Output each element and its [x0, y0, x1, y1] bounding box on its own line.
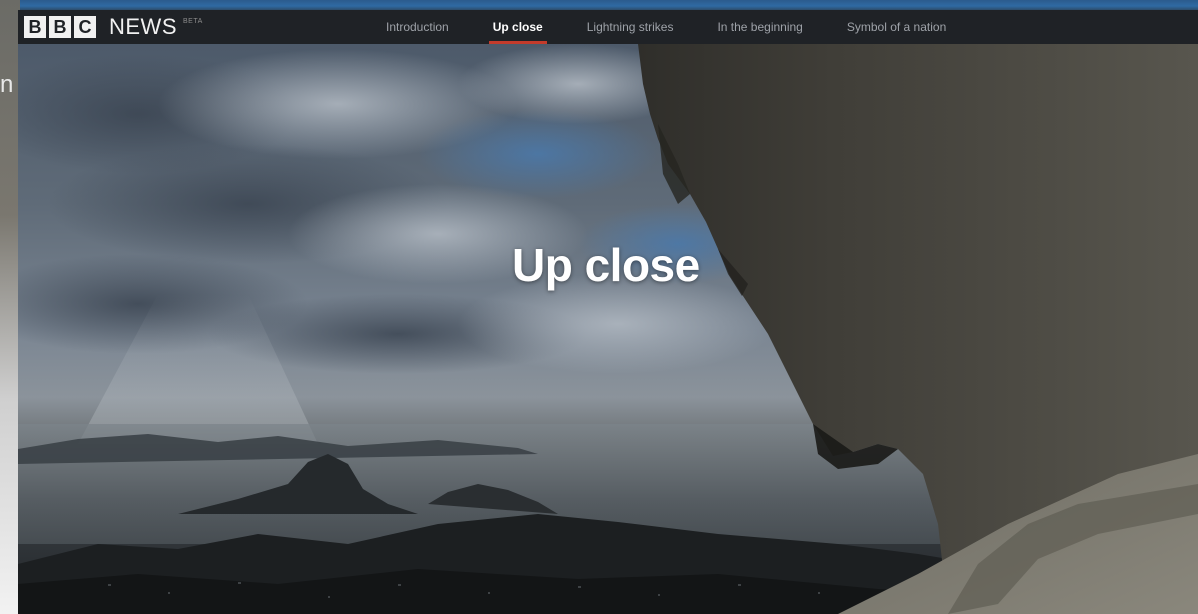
news-label: NEWS: [109, 14, 177, 39]
chapter-nav: Introduction Up close Lightning strikes …: [364, 10, 968, 44]
hero-title: Up close: [512, 239, 700, 291]
bbc-news-feature-page: B B C NEWS BETA Introduction Up close Li…: [18, 10, 1198, 614]
nav-item-up-close[interactable]: Up close: [471, 10, 565, 44]
screenshot: n B B C NEWS BETA Introduction Up close …: [0, 0, 1198, 614]
bbc-logo-letter-c: C: [74, 16, 96, 38]
nav-item-introduction[interactable]: Introduction: [364, 10, 471, 44]
nav-item-in-the-beginning[interactable]: In the beginning: [695, 10, 824, 44]
site-header: B B C NEWS BETA Introduction Up close Li…: [18, 10, 1198, 44]
bbc-logo-letter-b1: B: [24, 16, 46, 38]
hero-photo-illustration: [18, 44, 1198, 614]
nav-item-symbol-of-a-nation[interactable]: Symbol of a nation: [825, 10, 968, 44]
background-page-left: n: [0, 0, 20, 614]
nav-item-lightning-strikes[interactable]: Lightning strikes: [565, 10, 696, 44]
background-text-fragment: n: [0, 71, 14, 98]
hero-image: Up close: [18, 44, 1198, 614]
bbc-logo-letter-b2: B: [49, 16, 71, 38]
beta-label: BETA: [183, 17, 203, 25]
bbc-news-logo[interactable]: B B C NEWS BETA: [24, 15, 203, 39]
